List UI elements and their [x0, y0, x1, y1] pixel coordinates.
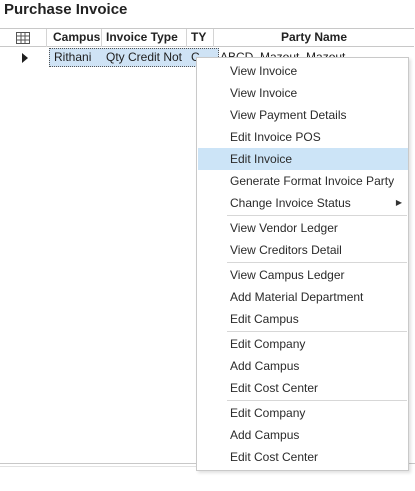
- menu-item-add-campus[interactable]: Add Campus: [198, 355, 408, 377]
- menu-item-edit-company[interactable]: Edit Company: [198, 333, 408, 355]
- cell-invoice-type[interactable]: Qty Credit Not: [102, 48, 187, 67]
- menu-item-view-campus-ledger[interactable]: View Campus Ledger: [198, 264, 408, 286]
- cell-campus[interactable]: Rithani: [50, 48, 102, 67]
- grid-icon: [16, 32, 30, 44]
- context-menu: View Invoice View Invoice View Payment D…: [196, 57, 409, 471]
- grid-bottom-border: [0, 463, 196, 467]
- menu-item-edit-cost-center[interactable]: Edit Cost Center: [198, 377, 408, 399]
- column-header-campus[interactable]: Campus: [49, 29, 102, 47]
- menu-item-label: Change Invoice Status: [230, 196, 351, 210]
- triangle-right-icon: [22, 53, 28, 63]
- menu-item-edit-invoice-pos[interactable]: Edit Invoice POS: [198, 126, 408, 148]
- menu-item-generate-format-invoice-party[interactable]: Generate Format Invoice Party: [198, 170, 408, 192]
- column-chooser-button[interactable]: [0, 29, 47, 47]
- grid-header: Campus Invoice Type TY Party Name: [0, 28, 414, 47]
- menu-item-view-invoice-2[interactable]: View Invoice: [198, 82, 408, 104]
- menu-item-view-invoice[interactable]: View Invoice: [198, 60, 408, 82]
- column-header-ty[interactable]: TY: [187, 29, 214, 47]
- row-indicator[interactable]: [0, 48, 47, 67]
- menu-item-view-payment-details[interactable]: View Payment Details: [198, 104, 408, 126]
- menu-item-change-invoice-status[interactable]: Change Invoice Status ▶: [198, 192, 408, 214]
- menu-item-add-material-department[interactable]: Add Material Department: [198, 286, 408, 308]
- grid-bottom-border-right: [409, 463, 415, 466]
- menu-item-edit-campus[interactable]: Edit Campus: [198, 308, 408, 330]
- menu-separator: [227, 400, 407, 401]
- page-title: Purchase Invoice: [4, 1, 128, 18]
- menu-item-edit-cost-center-2[interactable]: Edit Cost Center: [198, 446, 408, 468]
- column-header-party-name[interactable]: Party Name: [214, 29, 414, 47]
- triangle-right-icon: ▶: [395, 198, 402, 207]
- column-header-invoice-type[interactable]: Invoice Type: [102, 29, 187, 47]
- menu-separator: [227, 331, 407, 332]
- menu-separator: [227, 215, 407, 216]
- menu-separator: [227, 262, 407, 263]
- menu-item-add-campus-2[interactable]: Add Campus: [198, 424, 408, 446]
- menu-item-view-vendor-ledger[interactable]: View Vendor Ledger: [198, 217, 408, 239]
- menu-item-edit-company-2[interactable]: Edit Company: [198, 402, 408, 424]
- menu-item-edit-invoice[interactable]: Edit Invoice: [198, 148, 408, 170]
- menu-item-view-creditors-detail[interactable]: View Creditors Detail: [198, 239, 408, 261]
